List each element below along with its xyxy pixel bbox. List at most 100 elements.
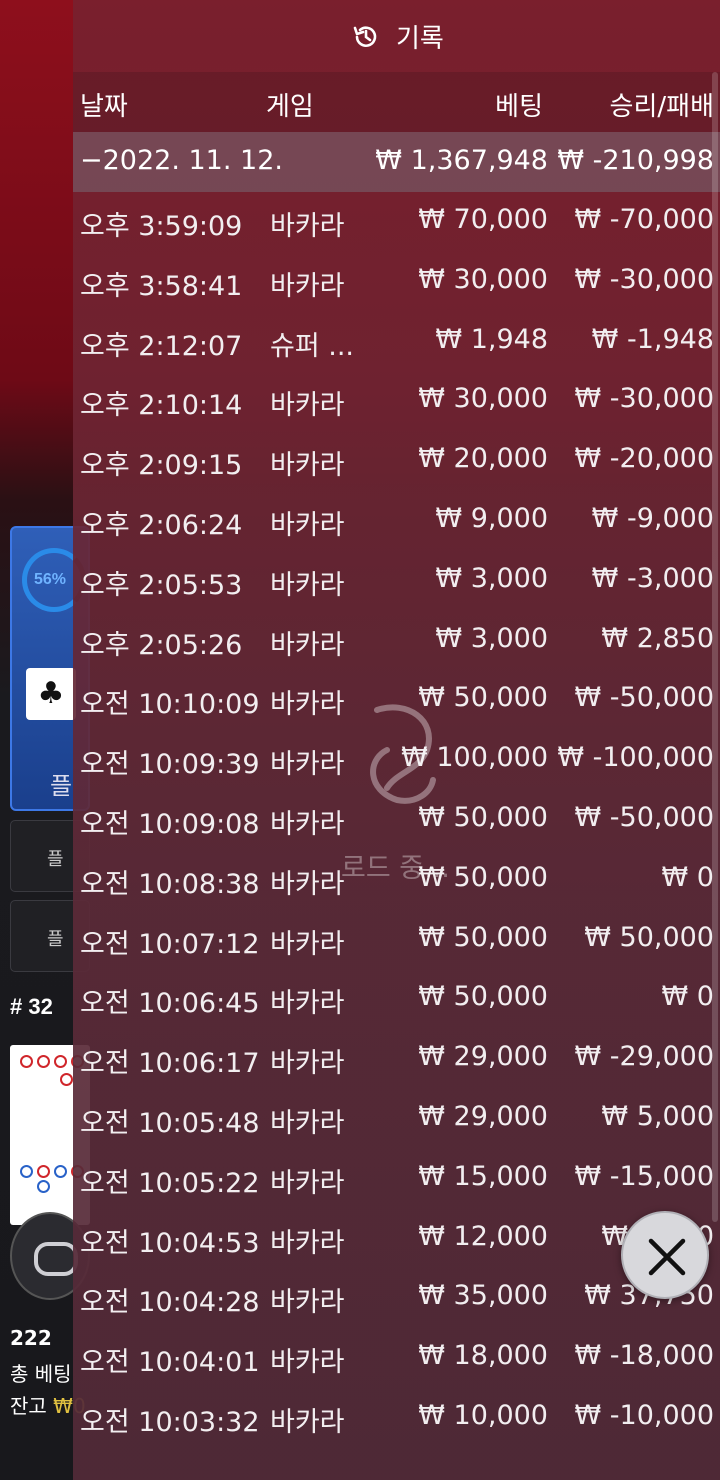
row-result: ₩ -100,000 (557, 742, 714, 774)
day-summary-row[interactable]: −2022. 11. 12. ₩ 1,367,948 ₩ -210,998 (73, 132, 720, 192)
players-count: 222 (10, 1326, 52, 1350)
history-row[interactable]: 오전 10:06:17 바카라 ₩ 29,000 ₩ -29,000 (73, 1029, 720, 1089)
history-row[interactable]: 오전 10:07:12 바카라 ₩ 50,000 ₩ 50,000 (73, 910, 720, 970)
row-bet: ₩ 10,000 (418, 1399, 548, 1431)
history-row[interactable]: 오후 2:06:24 바카라 ₩ 9,000 ₩ -9,000 (73, 491, 720, 551)
bet-column-header: 베팅 (495, 92, 543, 122)
row-time: 오후 2:06:24 (80, 509, 243, 541)
row-result: ₩ -3,000 (591, 562, 714, 594)
row-time: 오전 10:09:39 (80, 749, 260, 781)
row-bet: ₩ 18,000 (418, 1340, 548, 1372)
row-time: 오후 2:05:53 (80, 569, 243, 601)
row-bet: ₩ 15,000 (418, 1160, 548, 1192)
row-time: 오후 2:12:07 (80, 330, 243, 362)
game-column-header: 게임 (266, 92, 314, 122)
row-game: 바카라 (270, 868, 345, 900)
row-time: 오후 3:58:41 (80, 270, 243, 302)
day-total-result: ₩ -210,998 (557, 145, 714, 176)
row-bet: ₩ 29,000 (418, 1100, 548, 1132)
row-bet: ₩ 35,000 (418, 1280, 548, 1312)
row-result: ₩ -10,000 (574, 1399, 715, 1431)
history-row[interactable]: 오후 2:09:15 바카라 ₩ 20,000 ₩ -20,000 (73, 431, 720, 491)
balance-label: 잔고 (10, 1394, 47, 1418)
row-game: 바카라 (270, 689, 345, 721)
row-time: 오후 2:10:14 (80, 390, 243, 422)
history-row[interactable]: 오전 10:04:01 바카라 ₩ 18,000 ₩ -18,000 (73, 1328, 720, 1388)
row-game: 바카라 (270, 1167, 345, 1199)
row-time: 오후 2:05:26 (80, 629, 243, 661)
row-bet: ₩ 50,000 (418, 921, 548, 953)
row-bet: ₩ 9,000 (435, 502, 548, 534)
row-result: ₩ -18,000 (574, 1340, 715, 1372)
row-time: 오전 10:07:12 (80, 928, 260, 960)
row-time: 오전 10:04:53 (80, 1227, 260, 1259)
row-bet: ₩ 3,000 (435, 622, 548, 654)
row-time: 오전 10:04:28 (80, 1287, 260, 1319)
row-result: ₩ 50,000 (584, 921, 714, 953)
row-time: 오전 10:06:45 (80, 988, 260, 1020)
row-game: 바카라 (270, 1048, 345, 1080)
row-result: ₩ -30,000 (574, 263, 715, 295)
row-result: ₩ -1,948 (591, 323, 714, 355)
row-result: ₩ -70,000 (574, 204, 715, 235)
club-card-icon: ♣ (26, 668, 76, 720)
close-button[interactable] (621, 1211, 709, 1299)
scrollbar[interactable] (712, 72, 718, 1222)
history-row[interactable]: 오후 2:05:53 바카라 ₩ 3,000 ₩ -3,000 (73, 551, 720, 611)
history-row[interactable]: 오전 10:04:28바카라₩ 35,000₩ 37,750 (73, 1268, 720, 1328)
player-pair-label: 플 (47, 929, 64, 950)
row-game: 바카라 (270, 988, 345, 1020)
player-label: 플 (50, 772, 73, 800)
row-result: ₩ 2,850 (601, 622, 714, 654)
row-time: 오후 3:59:09 (80, 211, 243, 242)
row-time: 오전 10:04:01 (80, 1347, 260, 1379)
player-bonus-label: 플 (47, 849, 64, 870)
row-game: 바카라 (270, 808, 345, 840)
row-bet: ₩ 12,000 (418, 1220, 548, 1252)
history-row[interactable]: 오후 2:05:26 바카라 ₩ 3,000 ₩ 2,850 (73, 611, 720, 671)
history-row[interactable]: 오전 10:05:22 바카라 ₩ 15,000 ₩ -15,000 (73, 1149, 720, 1209)
row-game: 바카라 (270, 390, 345, 422)
date-column-header: 날짜 (80, 92, 128, 122)
loading-text: 로드 중... (341, 853, 450, 884)
row-result: ₩ -29,000 (574, 1041, 715, 1073)
row-bet: ₩ 70,000 (418, 204, 548, 235)
row-result: ₩ -50,000 (574, 682, 715, 714)
row-game: 바카라 (270, 1406, 345, 1438)
history-row[interactable]: 오후 3:59:09 바카라 ₩ 70,000 ₩ -70,000 (73, 192, 720, 252)
history-row[interactable]: 오후 2:12:07 슈퍼 ... ₩ 1,948 ₩ -1,948 (73, 312, 720, 372)
row-game: 바카라 (270, 749, 345, 781)
player-percent: 56% (34, 571, 67, 588)
row-bet: ₩ 30,000 (418, 383, 548, 415)
row-game: 바카라 (270, 569, 345, 601)
panel-header: 기록 (73, 0, 720, 72)
column-headers: 날짜 게임 베팅 승리/패배 (73, 72, 720, 132)
history-row[interactable]: 오전 10:03:32 바카라 ₩ 10,000 ₩ -10,000 (73, 1388, 720, 1448)
row-result: ₩ -20,000 (574, 443, 715, 475)
shoe-number: # 32 (10, 994, 53, 1019)
row-bet: ₩ 30,000 (418, 263, 548, 295)
row-time: 오후 2:09:15 (80, 450, 243, 482)
history-row[interactable]: 오전 10:06:45 바카라 ₩ 50,000 ₩ 0 (73, 969, 720, 1029)
row-result: ₩ -30,000 (574, 383, 715, 415)
panel-title: 기록 (396, 24, 444, 54)
row-time: 오전 10:06:17 (80, 1048, 260, 1080)
history-row[interactable]: 오전 10:05:48 바카라 ₩ 29,000 ₩ 5,000 (73, 1089, 720, 1149)
day-total-bet: ₩ 1,367,948 (375, 145, 548, 176)
row-time: 오전 10:08:38 (80, 868, 260, 900)
history-row[interactable]: 오후 3:58:41 바카라 ₩ 30,000 ₩ -30,000 (73, 252, 720, 312)
day-date: −2022. 11. 12. (80, 145, 283, 176)
row-time: 오전 10:05:22 (80, 1167, 260, 1199)
loader-icon (370, 704, 436, 804)
row-game: 바카라 (270, 211, 345, 242)
close-icon (648, 1238, 686, 1276)
row-bet: ₩ 29,000 (418, 1041, 548, 1073)
row-bet: ₩ 3,000 (435, 562, 548, 594)
row-game: 바카라 (270, 450, 345, 482)
row-bet: ₩ 50,000 (418, 981, 548, 1013)
row-result: ₩ 5,000 (601, 1100, 714, 1132)
row-result: ₩ -9,000 (591, 502, 714, 534)
row-result: ₩ 0 (661, 981, 714, 1013)
history-row[interactable]: 오후 2:10:14 바카라 ₩ 30,000 ₩ -30,000 (73, 371, 720, 431)
row-time: 오전 10:10:09 (80, 689, 260, 721)
